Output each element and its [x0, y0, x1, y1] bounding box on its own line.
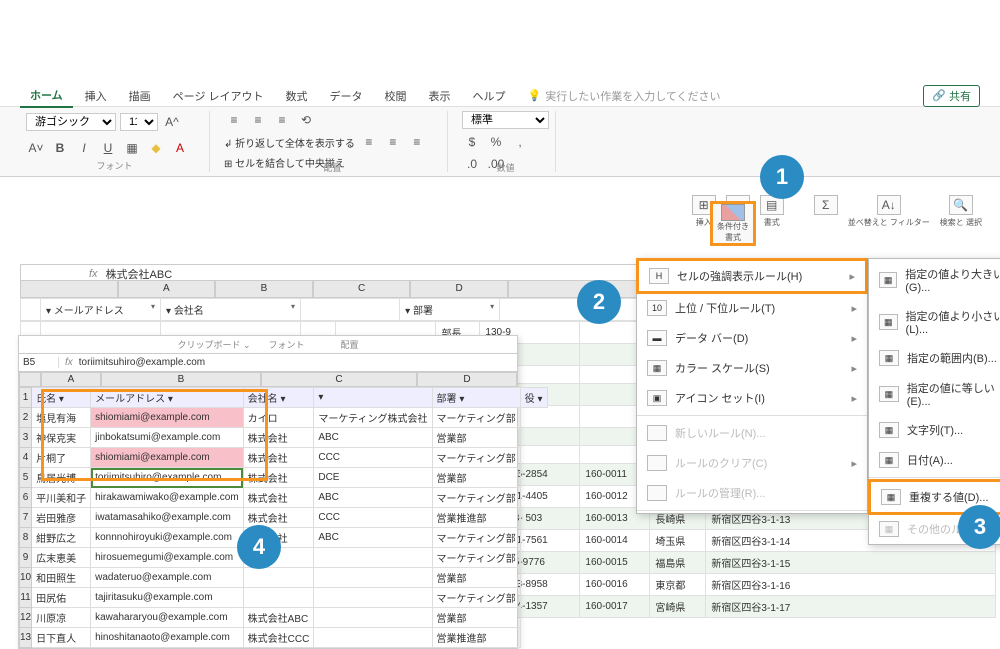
tab-review[interactable]: 校閲: [375, 85, 417, 107]
orientation-icon[interactable]: ⟲: [296, 111, 316, 129]
increase-font-icon[interactable]: A^: [162, 113, 182, 131]
callout-1: 1: [760, 155, 804, 199]
menu2-item-4[interactable]: ▦文字列(T)...: [869, 415, 1000, 445]
autosum-btn[interactable]: Σ: [814, 195, 838, 215]
menu1-item-4[interactable]: ▣アイコン セット(I)▸: [637, 383, 867, 413]
menu1-item-2[interactable]: ▬データ バー(D)▸: [637, 323, 867, 353]
menu2-item-1[interactable]: ▦指定の値より小さい(L)...: [869, 301, 1000, 343]
tab-draw[interactable]: 描画: [119, 85, 161, 107]
bold-icon[interactable]: B: [50, 139, 70, 157]
font-size-select[interactable]: 11: [120, 113, 158, 131]
col-A[interactable]: A: [118, 280, 216, 298]
menu1-item-6[interactable]: ルールのクリア(C)▸: [637, 448, 867, 478]
align-mid-icon[interactable]: ≡: [248, 111, 268, 129]
tab-home[interactable]: ホーム: [20, 84, 73, 108]
group-number-label: 数値: [462, 161, 549, 174]
menu1-item-7[interactable]: ルールの管理(R)...: [637, 478, 867, 508]
cond-format-menu: Hセルの強調表示ルール(H)▸10上位 / 下位ルール(T)▸▬データ バー(D…: [636, 258, 868, 514]
menu2-item-2[interactable]: ▦指定の範囲内(B)...: [869, 343, 1000, 373]
menu1-item-3[interactable]: ▦カラー スケール(S)▸: [637, 353, 867, 383]
format-cells-btn[interactable]: ▤書式: [760, 195, 784, 228]
search-input[interactable]: 💡 実行したい作業を入力してください: [528, 88, 922, 104]
menu1-item-1[interactable]: 10上位 / 下位ルール(T)▸: [637, 293, 867, 323]
ribbon-tabs: ホーム 挿入 描画 ページ レイアウト 数式 データ 校閲 表示 ヘルプ 💡 実…: [0, 85, 1000, 107]
mini-fx-icon: fx: [59, 357, 79, 368]
percent-icon[interactable]: %: [486, 133, 506, 151]
list-item[interactable]: 4片桐了shiomiami@example.com株式会社CCCマーケティング部: [20, 448, 548, 468]
ribbon: 游ゴシック 11 A^ A˅ B I U ▦ ◆ A フォント ≡ ≡ ≡ ⟲ …: [0, 107, 1000, 177]
tab-view[interactable]: 表示: [419, 85, 461, 107]
wrap-text-btn[interactable]: ↲ 折り返して全体を表示する: [224, 135, 355, 150]
list-item[interactable]: 5鳥居光博toriimitsuhiro@example.com株式会社DCE営業…: [20, 468, 548, 488]
tab-insert[interactable]: 挿入: [75, 85, 117, 107]
underline-icon[interactable]: U: [98, 139, 118, 157]
cond-format-icon: [721, 204, 745, 221]
list-item[interactable]: 9広末恵美hirosuemegumi@example.comマーケティング部: [20, 548, 548, 568]
list-item[interactable]: 10和田照生wadateruo@example.com営業部: [20, 568, 548, 588]
align-left-icon[interactable]: ≡: [359, 133, 379, 151]
group-font-label: フォント: [26, 159, 203, 172]
align-bot-icon[interactable]: ≡: [272, 111, 292, 129]
list-item[interactable]: 7岩田雅彦iwatamasahiko@example.com株式会社CCC営業推…: [20, 508, 548, 528]
menu2-item-3[interactable]: ▦指定の値に等しい(E)...: [869, 373, 1000, 415]
callout-3: 3: [958, 505, 1000, 549]
border-icon[interactable]: ▦: [122, 139, 142, 157]
decrease-font-icon[interactable]: A˅: [26, 139, 46, 157]
mini-namebox[interactable]: B5: [19, 357, 59, 368]
col-B[interactable]: B: [215, 280, 313, 298]
find-select-btn[interactable]: 🔍検索と 選択: [940, 195, 982, 228]
align-right-icon[interactable]: ≡: [407, 133, 427, 151]
tab-formulas[interactable]: 数式: [276, 85, 318, 107]
sort-filter-btn[interactable]: A↓並べ替えと フィルター: [848, 195, 930, 228]
list-item[interactable]: 2塩見有海shiomiami@example.comカイロマーケティング株式会社…: [20, 408, 548, 428]
list-item[interactable]: 13日下直人hinoshitanaoto@example.com株式会社CCC営…: [20, 628, 548, 648]
menu2-item-5[interactable]: ▦日付(A)...: [869, 445, 1000, 475]
group-align-label: 配置: [224, 161, 441, 174]
mini-formula: toriimitsuhiro@example.com: [79, 357, 205, 368]
number-format-select[interactable]: 標準: [462, 111, 549, 129]
clip-label: クリップボード ⌄ フォント 配置: [19, 336, 517, 354]
overlay-sheet: クリップボード ⌄ フォント 配置 B5fxtoriimitsuhiro@exa…: [18, 335, 518, 649]
list-item[interactable]: 8紺野広之konnnohiroyuki@example.com株式会社ABCマー…: [20, 528, 548, 548]
list-item[interactable]: 11田尻佑tajiritasuku@example.comマーケティング部: [20, 588, 548, 608]
align-center-icon[interactable]: ≡: [383, 133, 403, 151]
tab-data[interactable]: データ: [320, 85, 373, 107]
tab-layout[interactable]: ページ レイアウト: [163, 85, 274, 107]
comma-icon[interactable]: ,: [510, 133, 530, 151]
tab-help[interactable]: ヘルプ: [463, 85, 516, 107]
conditional-format-button[interactable]: 条件付き 書式: [710, 201, 756, 246]
italic-icon[interactable]: I: [74, 139, 94, 157]
list-item[interactable]: 6平川美和子hirakawamiwako@example.com株式会社ABCマ…: [20, 488, 548, 508]
align-top-icon[interactable]: ≡: [224, 111, 244, 129]
list-item[interactable]: 12川原凉kawahararyou@example.com株式会社ABC営業部: [20, 608, 548, 628]
fx-icon[interactable]: fx: [81, 268, 106, 280]
menu1-item-0[interactable]: Hセルの強調表示ルール(H)▸: [639, 261, 865, 291]
menu1-item-5[interactable]: 新しいルール(N)...: [637, 418, 867, 448]
share-button[interactable]: 🔗 共有: [923, 85, 980, 107]
fill-color-icon[interactable]: ◆: [146, 139, 166, 157]
currency-icon[interactable]: $: [462, 133, 482, 151]
font-name-select[interactable]: 游ゴシック: [26, 113, 116, 131]
callout-2: 2: [577, 280, 621, 324]
list-item[interactable]: 3神保克実jinbokatsumi@example.com株式会社ABC営業部: [20, 428, 548, 448]
col-C[interactable]: C: [313, 280, 411, 298]
highlight-rules-submenu: ▦指定の値より大きい(G)...▦指定の値より小さい(L)...▦指定の範囲内(…: [868, 258, 1000, 545]
callout-4: 4: [237, 525, 281, 569]
menu2-item-0[interactable]: ▦指定の値より大きい(G)...: [869, 259, 1000, 301]
font-color-icon[interactable]: A: [170, 139, 190, 157]
col-D[interactable]: D: [410, 280, 508, 298]
